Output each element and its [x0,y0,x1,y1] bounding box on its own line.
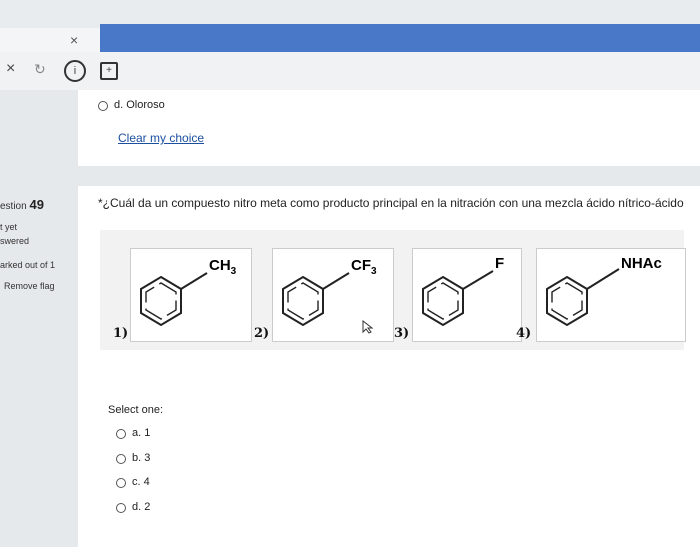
benzene-ring-icon [422,270,494,327]
option-b-radio[interactable] [116,454,126,464]
structure-4: NHAc [536,248,686,342]
select-one-label: Select one: [108,404,164,416]
structure-2: CF3 [272,248,394,342]
structure-2-number: 2) [254,326,270,341]
question-text: *¿Cuál da un compuesto nitro meta como p… [98,196,684,210]
structure-3-number: 3) [394,326,410,341]
refresh-icon[interactable]: ↻ [34,61,46,78]
substituent-1: CH3 [209,257,237,277]
option-d-label: d. 2 [132,501,151,513]
close-icon[interactable]: × [6,60,15,78]
option-a-label: a. 1 [132,427,151,439]
option-c-label: c. 4 [132,476,150,488]
new-tab-icon[interactable]: + [100,62,118,80]
clear-choice-link[interactable]: Clear my choice [118,131,204,145]
option-c-radio[interactable] [116,478,126,488]
question-number: estion 49 [0,197,44,212]
remove-flag-link[interactable]: Remove flag [4,281,55,291]
question-info-sidebar [0,90,78,547]
option-a-radio[interactable] [116,429,126,439]
option-d-label: d. Oloroso [114,99,165,111]
structure-1-number: 1) [113,326,129,341]
option-d-radio[interactable] [116,503,126,513]
structure-1: CH3 [130,248,252,342]
option-b-label: b. 3 [132,452,151,464]
previous-question-panel [78,90,700,166]
substituent-2: CF3 [351,257,377,277]
mouse-cursor-icon [362,320,374,334]
structure-4-number: 4) [516,326,532,341]
substituent-4: NHAc [621,255,662,272]
option-d-radio[interactable] [98,101,108,111]
benzene-ring-icon [546,268,620,327]
window-titlebar [100,24,700,54]
info-icon[interactable]: i [64,60,86,82]
divider-strip [78,166,700,186]
marked-out-of: arked out of 1 [0,260,56,270]
structure-3: F [412,248,522,342]
browser-tab[interactable] [0,28,100,54]
substituent-3: F [495,255,505,272]
status-line-1: t yet [0,222,18,232]
status-line-2: swered [0,236,30,246]
tab-close-icon[interactable]: × [70,32,78,48]
